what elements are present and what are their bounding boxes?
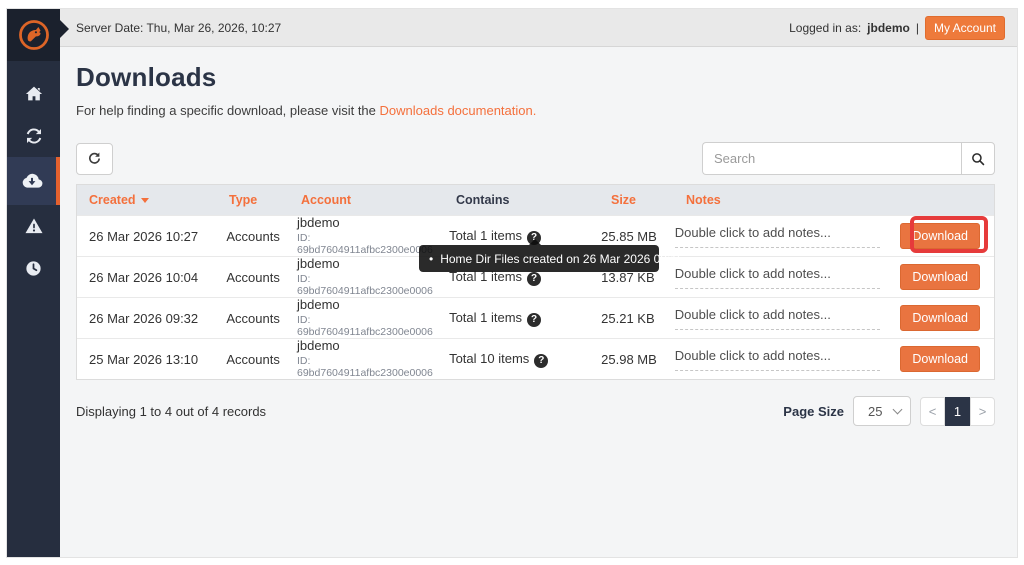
refresh-button[interactable]	[76, 143, 113, 175]
cell-action: Download	[900, 264, 994, 290]
cell-action: Download	[900, 346, 994, 372]
chevron-down-icon	[893, 405, 903, 415]
download-button[interactable]: Download	[900, 223, 980, 249]
pager-controls: Page Size 25 < 1 >	[783, 396, 995, 426]
table-footer: Displaying 1 to 4 out of 4 records Page …	[76, 396, 995, 426]
account-id: ID: 69bd7604911afbc2300e0006	[297, 273, 449, 297]
topbar: Server Date: Thu, Mar 26, 2026, 10:27 Lo…	[60, 9, 1017, 47]
cell-contains: Total 1 items?	[449, 228, 601, 245]
notes-placeholder[interactable]: Double click to add notes...	[675, 266, 880, 289]
download-button[interactable]: Download	[900, 264, 980, 290]
sidebar	[7, 9, 60, 557]
header-contains: Contains	[456, 193, 611, 207]
logged-in-label: Logged in as:	[789, 21, 861, 35]
notes-placeholder[interactable]: Double click to add notes...	[675, 307, 880, 330]
cell-size: 25.21 KB	[601, 311, 675, 326]
notes-placeholder[interactable]: Double click to add notes...	[675, 225, 880, 248]
next-page-button[interactable]: >	[970, 397, 995, 426]
page-title: Downloads	[76, 62, 995, 93]
tooltip-text: Home Dir Files created on 26 Mar 2026 08…	[440, 252, 683, 266]
cell-type: Accounts	[226, 311, 297, 326]
refresh-icon	[86, 150, 103, 167]
cell-type: Accounts	[226, 229, 297, 244]
account-id: ID: 69bd7604911afbc2300e0006	[297, 355, 449, 379]
sidebar-nav	[7, 73, 60, 289]
app-window: Server Date: Thu, Mar 26, 2026, 10:27 Lo…	[6, 8, 1018, 558]
sidebar-item-home[interactable]	[7, 73, 60, 115]
cell-size: 25.98 MB	[601, 352, 675, 367]
question-icon[interactable]: ?	[527, 272, 541, 286]
cell-account: jbdemo ID: 69bd7604911afbc2300e0006	[297, 339, 449, 379]
sidebar-pointer	[60, 20, 69, 38]
logo-block[interactable]	[7, 9, 60, 61]
records-summary: Displaying 1 to 4 out of 4 records	[76, 404, 266, 419]
tooltip-caret-icon	[529, 239, 541, 245]
cell-created: 25 Mar 2026 13:10	[77, 352, 226, 367]
help-line: For help finding a specific download, pl…	[76, 103, 995, 118]
help-text: For help finding a specific download, pl…	[76, 103, 380, 118]
clock-icon	[24, 259, 43, 278]
cell-created: 26 Mar 2026 10:04	[77, 270, 226, 285]
tooltip-bullet: •	[429, 252, 433, 266]
logged-in-username: jbdemo	[867, 21, 910, 35]
page-size-select[interactable]: 25	[853, 396, 911, 426]
cell-contains: Total 1 items?	[449, 310, 601, 327]
current-page-button[interactable]: 1	[945, 397, 970, 426]
sync-icon	[24, 126, 44, 146]
question-icon[interactable]: ?	[534, 354, 548, 368]
search-button[interactable]	[961, 142, 995, 175]
cell-type: Accounts	[226, 352, 297, 367]
separator: |	[916, 21, 919, 35]
my-account-button[interactable]: My Account	[925, 16, 1005, 40]
sidebar-item-sync[interactable]	[7, 115, 60, 157]
page-size-label: Page Size	[783, 404, 844, 419]
cell-created: 26 Mar 2026 10:27	[77, 229, 226, 244]
sort-desc-icon	[141, 198, 149, 203]
cell-created: 26 Mar 2026 09:32	[77, 311, 226, 326]
cell-notes: Double click to add notes...	[675, 348, 901, 371]
sidebar-item-alerts[interactable]	[7, 205, 60, 247]
cell-notes: Double click to add notes...	[675, 225, 901, 248]
header-created[interactable]: Created	[77, 193, 229, 207]
cell-notes: Double click to add notes...	[675, 307, 901, 330]
sidebar-item-downloads[interactable]	[7, 157, 60, 205]
download-button[interactable]: Download	[900, 305, 980, 331]
sidebar-item-history[interactable]	[7, 247, 60, 289]
cell-type: Accounts	[226, 270, 297, 285]
header-size[interactable]: Size	[611, 193, 686, 207]
home-icon	[24, 84, 44, 104]
search-input[interactable]	[702, 142, 961, 175]
cell-notes: Double click to add notes...	[675, 266, 901, 289]
main-content: Downloads For help finding a specific do…	[60, 48, 1017, 557]
cell-size: 25.85 MB	[601, 229, 675, 244]
cell-contains: Total 10 items?	[449, 351, 601, 368]
search-icon	[970, 151, 986, 167]
cell-account: jbdemo ID: 69bd7604911afbc2300e0006	[297, 298, 449, 338]
header-notes[interactable]: Notes	[686, 193, 916, 207]
header-account[interactable]: Account	[301, 193, 456, 207]
logged-in-area: Logged in as: jbdemo | My Account	[789, 16, 1005, 40]
contains-tooltip: • Home Dir Files created on 26 Mar 2026 …	[419, 245, 659, 272]
table-header-row: Created Type Account Contains Size Notes	[77, 185, 994, 215]
header-type[interactable]: Type	[229, 193, 301, 207]
jetbackup-logo-icon	[17, 18, 51, 52]
pagination: < 1 >	[920, 397, 995, 426]
search-group	[702, 142, 995, 175]
page-size-value: 25	[868, 404, 882, 419]
cloud-download-icon	[21, 170, 43, 192]
cell-action: Download	[900, 305, 994, 331]
documentation-link[interactable]: Downloads documentation.	[380, 103, 537, 118]
prev-page-button[interactable]: <	[920, 397, 945, 426]
question-icon[interactable]: ?	[527, 313, 541, 327]
warning-icon	[24, 216, 44, 236]
table-toolbar	[76, 142, 995, 175]
account-id: ID: 69bd7604911afbc2300e0006	[297, 314, 449, 338]
table-row: 25 Mar 2026 13:10 Accounts jbdemo ID: 69…	[77, 338, 994, 379]
downloads-table: Created Type Account Contains Size Notes…	[76, 184, 995, 380]
notes-placeholder[interactable]: Double click to add notes...	[675, 348, 880, 371]
cell-action: Download	[900, 223, 994, 249]
server-date: Server Date: Thu, Mar 26, 2026, 10:27	[76, 21, 281, 35]
download-button[interactable]: Download	[900, 346, 980, 372]
table-row: 26 Mar 2026 09:32 Accounts jbdemo ID: 69…	[77, 297, 994, 338]
